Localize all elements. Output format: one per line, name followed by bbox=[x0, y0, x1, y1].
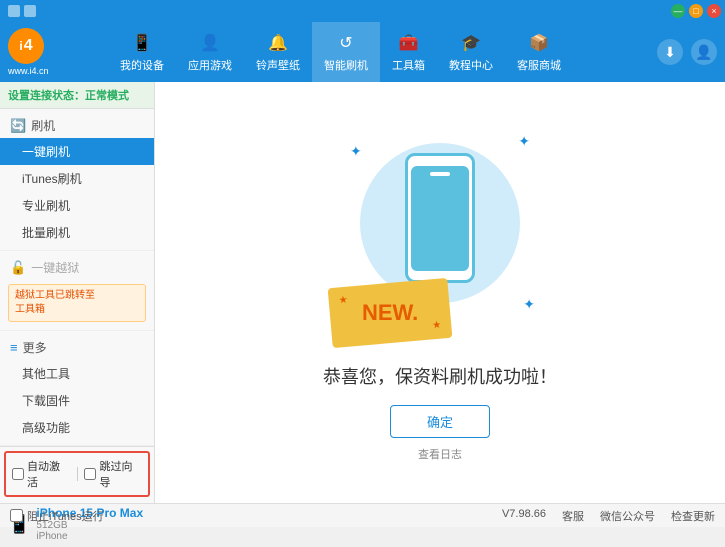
nav-label-toolbox: 工具箱 bbox=[392, 57, 425, 73]
my-device-icon: 📱 bbox=[131, 32, 153, 54]
more-section-label: 更多 bbox=[23, 339, 47, 356]
close-button[interactable]: × bbox=[707, 4, 721, 18]
more-section-icon: ≡ bbox=[10, 340, 18, 355]
maximize-button[interactable]: □ bbox=[689, 4, 703, 18]
check-update-link[interactable]: 检查更新 bbox=[671, 508, 715, 524]
device-type: iPhone bbox=[36, 531, 143, 542]
nav-label-app-games: 应用游戏 bbox=[188, 57, 232, 73]
smart-flash-icon: ↺ bbox=[335, 32, 357, 54]
skip-guide-checkbox[interactable]: 跳过向导 bbox=[84, 458, 142, 490]
phone-screen bbox=[411, 166, 469, 271]
nav-label-ringtone: 铃声壁纸 bbox=[256, 57, 300, 73]
jailbreak-section-icon: 🔓 bbox=[10, 260, 26, 276]
tutorial-icon: 🎓 bbox=[460, 32, 482, 54]
flash-section-label: 刷机 bbox=[31, 117, 55, 134]
phone-body bbox=[405, 153, 475, 283]
service-icon: 📦 bbox=[528, 32, 550, 54]
auto-activate-label: 自动激活 bbox=[27, 458, 70, 490]
status-bar: 设置连接状态：正常模式 bbox=[0, 82, 154, 109]
logo-letter: i bbox=[19, 39, 22, 53]
sidebar-section-jailbreak: 🔓 一键越狱 越狱工具已跳转至 工具箱 bbox=[0, 251, 154, 331]
stop-itunes-checkbox[interactable] bbox=[10, 509, 23, 522]
nav-label-service: 客服商城 bbox=[517, 57, 561, 73]
menu-icon bbox=[24, 5, 36, 17]
status-prefix: 设置连接状态： bbox=[8, 90, 85, 102]
nav-right: ⬇ 👤 bbox=[657, 39, 717, 65]
jailbreak-section-title: 🔓 一键越狱 bbox=[0, 255, 154, 280]
titlebar-left-icons bbox=[8, 5, 36, 17]
toolbox-icon: 🧰 bbox=[398, 32, 420, 54]
content-area: ✦ ✦ ✦ ★ NEW. ★ 恭喜您，保资料刷机成功啦！ 确定 查看日志 bbox=[155, 82, 725, 503]
logo-url: www.i4.cn bbox=[8, 66, 49, 76]
user-button[interactable]: 👤 bbox=[691, 39, 717, 65]
titlebar: — □ × bbox=[0, 0, 725, 22]
confirm-button[interactable]: 确定 bbox=[390, 405, 490, 438]
flash-section-title: 🔄 刷机 bbox=[0, 113, 154, 138]
flash-section-icon: 🔄 bbox=[10, 118, 26, 134]
nav-item-app-games[interactable]: 👤 应用游戏 bbox=[176, 22, 244, 82]
nav-label-smart-flash: 智能刷机 bbox=[324, 57, 368, 73]
checkbox-row: 自动激活 跳过向导 bbox=[4, 451, 150, 497]
download-button[interactable]: ⬇ bbox=[657, 39, 683, 65]
footer-left: 阻止iTunes运行 bbox=[10, 508, 104, 524]
logo[interactable]: i 4 www.i4.cn bbox=[8, 28, 98, 76]
sidebar: 设置连接状态：正常模式 🔄 刷机 一键刷机 iTunes刷机 专业刷机 批量刷机… bbox=[0, 82, 155, 503]
auto-activate-input[interactable] bbox=[12, 468, 24, 480]
feedback-link[interactable]: 客服 bbox=[562, 508, 584, 524]
ribbon-star-2: ★ bbox=[432, 320, 442, 332]
phone-illustration: ✦ ✦ ✦ ★ NEW. ★ bbox=[340, 123, 540, 343]
sidebar-item-pro-flash[interactable]: 专业刷机 bbox=[0, 192, 154, 219]
skip-guide-input[interactable] bbox=[84, 468, 96, 480]
nav-item-tutorial[interactable]: 🎓 教程中心 bbox=[437, 22, 505, 82]
sidebar-section-flash: 🔄 刷机 一键刷机 iTunes刷机 专业刷机 批量刷机 bbox=[0, 109, 154, 251]
logo-icon: i 4 bbox=[8, 28, 44, 64]
sparkle-1: ✦ bbox=[350, 143, 362, 160]
sparkle-2: ✦ bbox=[518, 133, 530, 150]
more-section-title: ≡ 更多 bbox=[0, 335, 154, 360]
version-text: V7.98.66 bbox=[502, 508, 546, 524]
wechat-link[interactable]: 微信公众号 bbox=[600, 508, 655, 524]
ribbon-star-1: ★ bbox=[338, 295, 348, 307]
jailbreak-notice: 越狱工具已跳转至 工具箱 bbox=[8, 284, 146, 322]
logo-number: 4 bbox=[24, 37, 33, 55]
sidebar-item-batch-flash[interactable]: 批量刷机 bbox=[0, 219, 154, 246]
sidebar-item-one-click-flash[interactable]: 一键刷机 bbox=[0, 138, 154, 165]
sidebar-section-more: ≡ 更多 其他工具 下载固件 高级功能 bbox=[0, 331, 154, 446]
new-ribbon: ★ NEW. ★ bbox=[328, 278, 453, 348]
success-message: 恭喜您，保资料刷机成功啦！ bbox=[323, 363, 557, 389]
main: 设置连接状态：正常模式 🔄 刷机 一键刷机 iTunes刷机 专业刷机 批量刷机… bbox=[0, 82, 725, 503]
nav-item-toolbox[interactable]: 🧰 工具箱 bbox=[380, 22, 437, 82]
skip-guide-label: 跳过向导 bbox=[99, 458, 142, 490]
header: i 4 www.i4.cn 📱 我的设备 👤 应用游戏 🔔 铃声壁纸 ↺ 智能刷… bbox=[0, 22, 725, 82]
grid-icon bbox=[8, 5, 20, 17]
app-games-icon: 👤 bbox=[199, 32, 221, 54]
nav-items: 📱 我的设备 👤 应用游戏 🔔 铃声壁纸 ↺ 智能刷机 🧰 工具箱 🎓 教程中心… bbox=[108, 22, 657, 82]
auto-activate-checkbox[interactable]: 自动激活 bbox=[12, 458, 70, 490]
sidebar-item-download-firmware[interactable]: 下载固件 bbox=[0, 387, 154, 414]
ringtone-icon: 🔔 bbox=[267, 32, 289, 54]
stop-itunes-label: 阻止iTunes运行 bbox=[27, 508, 104, 524]
nav-item-ringtone[interactable]: 🔔 铃声壁纸 bbox=[244, 22, 312, 82]
nav-label-my-device: 我的设备 bbox=[120, 57, 164, 73]
footer-right: V7.98.66 客服 微信公众号 检查更新 bbox=[502, 508, 715, 524]
nav-item-service[interactable]: 📦 客服商城 bbox=[505, 22, 573, 82]
view-log-link[interactable]: 查看日志 bbox=[418, 446, 462, 462]
sparkle-3: ✦ bbox=[523, 296, 535, 313]
sidebar-item-itunes-flash[interactable]: iTunes刷机 bbox=[0, 165, 154, 192]
status-mode: 正常模式 bbox=[85, 90, 129, 102]
nav-item-smart-flash[interactable]: ↺ 智能刷机 bbox=[312, 22, 380, 82]
minimize-button[interactable]: — bbox=[671, 4, 685, 18]
nav-item-my-device[interactable]: 📱 我的设备 bbox=[108, 22, 176, 82]
sidebar-item-other-tools[interactable]: 其他工具 bbox=[0, 360, 154, 387]
jailbreak-section-label: 一键越狱 bbox=[31, 259, 79, 276]
new-text: NEW. bbox=[362, 300, 418, 326]
sidebar-bottom: 自动激活 跳过向导 📱 iPhone 15 Pro Max 512GB iPho… bbox=[0, 446, 154, 547]
checkbox-divider bbox=[77, 467, 78, 481]
sidebar-item-advanced[interactable]: 高级功能 bbox=[0, 414, 154, 441]
nav-label-tutorial: 教程中心 bbox=[449, 57, 493, 73]
